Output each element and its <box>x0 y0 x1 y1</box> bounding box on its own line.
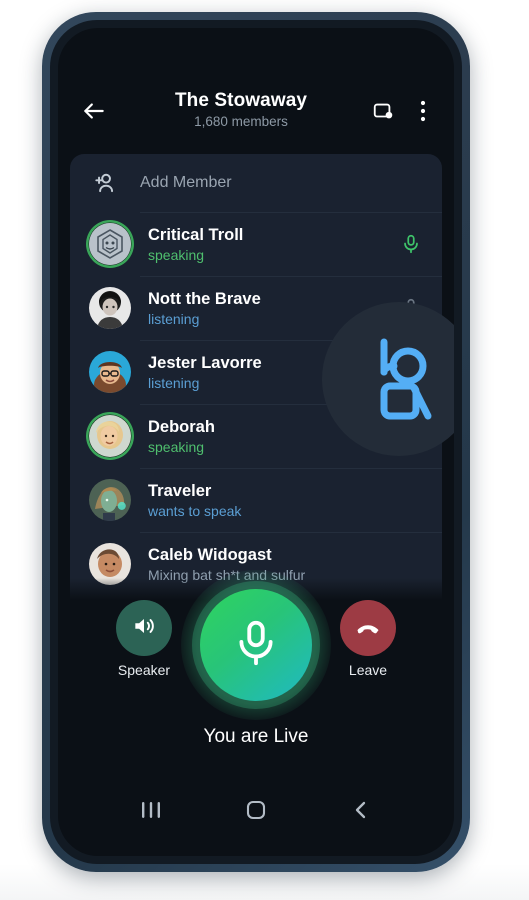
phone-frame: The Stowaway 1,680 members Add Member Cr… <box>42 12 470 872</box>
avatar <box>86 476 134 524</box>
member-status: wants to speak <box>148 502 242 519</box>
leave-button[interactable] <box>340 600 396 656</box>
member-name: Nott the Brave <box>148 289 261 308</box>
avatar <box>86 220 134 268</box>
microphone-icon <box>229 616 283 675</box>
recents-icon[interactable] <box>128 790 174 830</box>
header-titles: The Stowaway 1,680 members <box>112 90 370 131</box>
table-row[interactable]: Traveler wants to speak <box>70 468 442 532</box>
mic-button-face <box>200 589 312 701</box>
member-name: Traveler <box>148 481 212 500</box>
member-text: Critical Troll speaking <box>148 225 394 264</box>
android-navbar <box>58 782 454 838</box>
member-text: Traveler wants to speak <box>148 481 394 520</box>
speaker-label: Speaker <box>117 662 171 678</box>
page-title: The Stowaway <box>174 89 308 111</box>
member-name: Critical Troll <box>148 225 244 244</box>
member-count: 1,680 members <box>194 113 288 129</box>
header-actions <box>370 98 436 124</box>
home-icon[interactable] <box>233 790 279 830</box>
nav-back-icon[interactable] <box>338 790 384 830</box>
call-controls: Speaker Leave You are Live <box>58 570 454 760</box>
phone-screen: The Stowaway 1,680 members Add Member Cr… <box>58 28 454 856</box>
phone-bezel: The Stowaway 1,680 members Add Member Cr… <box>50 20 462 864</box>
screen-share-icon[interactable] <box>370 98 396 124</box>
add-member-label: Add Member <box>140 174 232 191</box>
member-name: Caleb Widogast <box>148 545 272 564</box>
back-arrow-icon[interactable] <box>76 93 112 129</box>
raise-hand-icon <box>358 328 440 431</box>
app-header: The Stowaway 1,680 members <box>58 80 454 142</box>
more-vertical-icon[interactable] <box>410 98 436 124</box>
member-status: speaking <box>148 246 205 263</box>
speaker-button[interactable] <box>116 600 172 656</box>
mute-toggle-button[interactable] <box>181 570 331 720</box>
avatar <box>86 348 134 396</box>
avatar <box>86 412 134 460</box>
add-person-icon <box>86 170 124 196</box>
speaker-volume-icon <box>131 613 157 644</box>
microphone-icon[interactable] <box>394 233 428 255</box>
status-badge: You are Live <box>203 726 309 747</box>
hangup-phone-icon <box>354 612 382 645</box>
add-member-button[interactable]: Add Member <box>70 154 442 212</box>
leave-label: Leave <box>348 662 388 678</box>
table-row[interactable]: Critical Troll speaking <box>70 212 442 276</box>
avatar <box>86 284 134 332</box>
